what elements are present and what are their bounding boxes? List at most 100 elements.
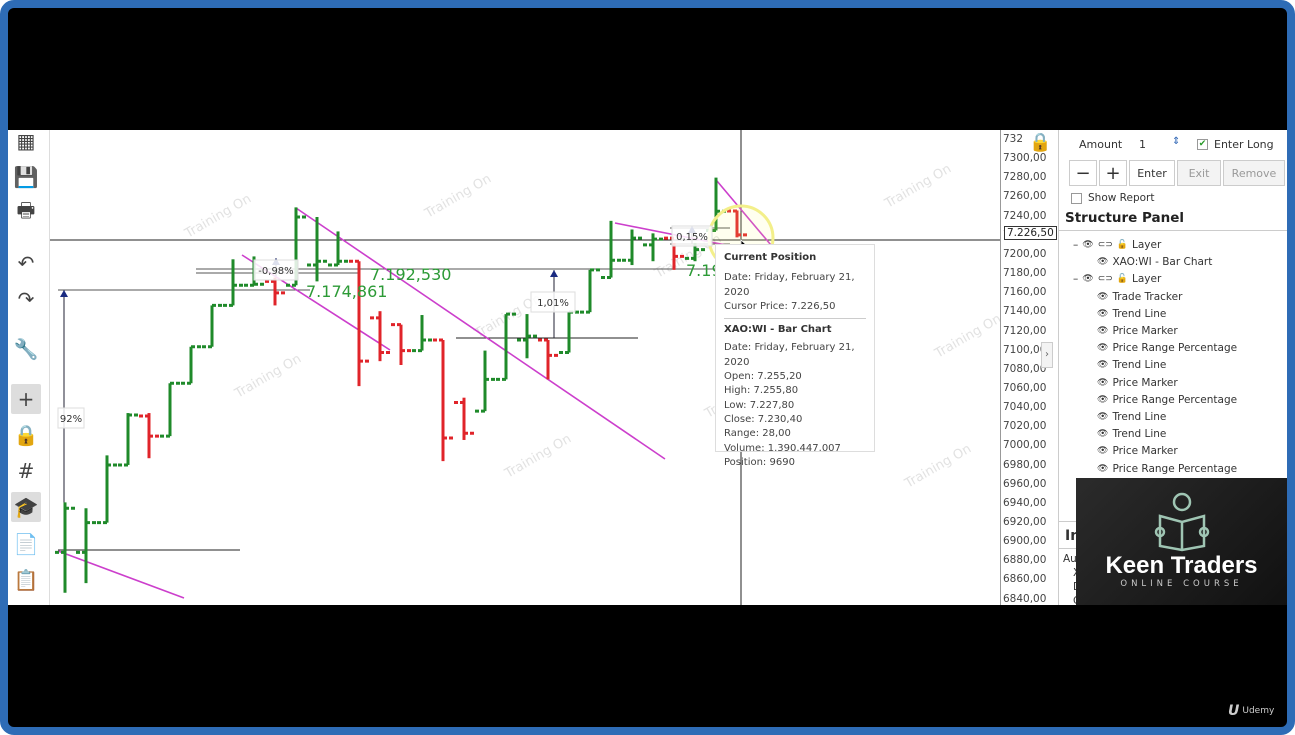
arrow-head-icon [550, 270, 558, 277]
exit-button[interactable]: Exit [1177, 160, 1221, 186]
tree-item[interactable]: 👁 Price Marker [1097, 325, 1178, 337]
tree-item[interactable]: 👁 XAO:WI - Bar Chart [1097, 256, 1212, 268]
trend-line[interactable] [57, 550, 185, 599]
watermark-text: Training On [502, 432, 574, 482]
tree-item-label: Price Marker [1112, 445, 1178, 458]
eye-icon[interactable]: 👁 [1097, 446, 1108, 456]
tree-item[interactable]: 👁 Trend Line [1097, 308, 1166, 320]
eye-icon[interactable]: 👁 [1097, 360, 1108, 370]
ohlc-bar[interactable] [118, 413, 138, 467]
enter-long-checkbox[interactable]: ✔ [1197, 139, 1208, 150]
ohlc-bar[interactable] [97, 455, 117, 525]
print-button[interactable]: 🖶 [11, 198, 41, 228]
ohlc-bar[interactable] [538, 338, 558, 380]
save-button[interactable]: 💾 [11, 162, 41, 192]
tree-item[interactable]: – 👁 ⊂⊃ 🔓 Layer [1073, 239, 1161, 251]
document-button[interactable]: 📄 [11, 529, 41, 559]
ohlc-bar[interactable] [160, 381, 180, 438]
tree-item-label: Price Range Percentage [1112, 393, 1238, 406]
ohlc-bar[interactable] [559, 310, 579, 355]
eye-icon[interactable]: 👁 [1097, 309, 1108, 319]
ohlc-bar[interactable] [412, 315, 432, 353]
unlock-icon[interactable]: 🔓 [1117, 240, 1128, 250]
tree-item[interactable]: – 👁 ⊂⊃ 🔓 Layer [1073, 273, 1161, 285]
percent-label: 1,01% [537, 298, 569, 309]
eye-icon[interactable]: 👁 [1097, 257, 1108, 267]
increase-button[interactable]: + [1099, 160, 1127, 186]
tree-item[interactable]: 👁 Price Range Percentage [1097, 342, 1237, 354]
wrench-button[interactable]: 🔧 [11, 334, 41, 364]
tooltip-high: High: 7.255,80 [724, 385, 799, 397]
eye-icon[interactable]: 👁 [1097, 395, 1108, 405]
ohlc-bar[interactable] [181, 345, 201, 385]
checklist-button[interactable]: 📋 [11, 565, 41, 595]
ohlc-bar[interactable] [580, 268, 600, 314]
lock-button[interactable]: 🔒 [11, 420, 41, 450]
tree-item[interactable]: 👁 Trend Line [1097, 411, 1166, 423]
link-icon[interactable]: ⊂⊃ [1098, 240, 1113, 250]
eye-icon[interactable]: 👁 [1097, 412, 1108, 422]
left-toolbar: ▦ 💾 🖶 ↶ ↷ 🔧 + 🔒 # 🎓 📄 📋 [8, 130, 50, 605]
lock-axis-icon[interactable]: 🔒 [1029, 132, 1053, 156]
collapse-panel-handle[interactable]: › [1041, 342, 1053, 368]
ohlc-bar[interactable] [643, 233, 663, 262]
eye-icon[interactable]: 👁 [1097, 326, 1108, 336]
tree-item[interactable]: 👁 Price Marker [1097, 445, 1178, 457]
ohlc-bar[interactable] [517, 314, 537, 359]
show-report-checkbox[interactable] [1071, 192, 1082, 204]
ohlc-bar[interactable] [454, 397, 474, 440]
axis-tick: 7180,00 [1003, 267, 1047, 280]
amount-spinner[interactable]: ⇕ [1172, 136, 1180, 147]
ohlc-bar[interactable] [265, 277, 285, 306]
ohlc-bar[interactable] [433, 338, 453, 462]
tree-item[interactable]: 👁 Price Range Percentage [1097, 394, 1237, 406]
price-marker-label[interactable]: 7.174,861 [306, 282, 387, 301]
ohlc-bar[interactable] [622, 229, 642, 266]
lock-icon: 🔒 [13, 423, 39, 447]
remove-button[interactable]: Remove [1223, 160, 1285, 186]
ohlc-bar[interactable] [370, 311, 390, 362]
ohlc-bar[interactable] [76, 508, 96, 584]
graduate-button[interactable]: 🎓 [11, 492, 41, 522]
eye-icon[interactable]: 👁 [1082, 240, 1093, 250]
amount-input[interactable]: 1 [1139, 138, 1146, 151]
tree-item[interactable]: 👁 Trend Line [1097, 359, 1166, 371]
tree-item-label: Layer [1132, 239, 1162, 251]
ohlc-bar[interactable] [55, 502, 75, 593]
ohlc-bar[interactable] [328, 231, 348, 267]
eye-icon[interactable]: 👁 [1097, 343, 1108, 353]
eye-icon[interactable]: 👁 [1097, 292, 1108, 302]
eye-icon[interactable]: 👁 [1082, 274, 1093, 284]
redo-button[interactable]: ↷ [11, 284, 41, 314]
tooltip-date: Date: Friday, February 21, 2020 [724, 342, 855, 368]
eye-icon[interactable]: 👁 [1097, 378, 1108, 388]
ohlc-bar[interactable] [391, 323, 411, 366]
chart-type-button[interactable]: ▦ [11, 130, 41, 156]
tree-item[interactable]: 👁 Trade Tracker [1097, 291, 1182, 303]
tree-item[interactable]: 👁 Price Range Percentage [1097, 463, 1237, 475]
collapse-icon[interactable]: – [1073, 273, 1078, 285]
eye-icon[interactable]: 👁 [1097, 464, 1108, 474]
tooltip-open: Open: 7.255,20 [724, 371, 802, 383]
checklist-icon: 📋 [13, 568, 39, 592]
grid-button[interactable]: # [11, 456, 41, 486]
watermark-text: Training On [182, 192, 254, 242]
axis-tick: 6940,00 [1003, 496, 1047, 509]
ohlc-bar[interactable] [349, 259, 369, 387]
tree-item[interactable]: 👁 Price Marker [1097, 377, 1178, 389]
link-icon[interactable]: ⊂⊃ [1098, 274, 1113, 284]
ohlc-bar[interactable] [475, 350, 495, 413]
tree-item[interactable]: 👁 Trend Line [1097, 428, 1166, 440]
undo-button[interactable]: ↶ [11, 248, 41, 278]
ohlc-bar[interactable] [139, 413, 159, 459]
crosshair-button[interactable]: + [11, 384, 41, 414]
collapse-icon[interactable]: – [1073, 239, 1078, 251]
crosshair-icon: + [17, 387, 35, 411]
ohlc-bar[interactable] [223, 259, 243, 307]
axis-tick: 7020,00 [1003, 420, 1047, 433]
enter-button[interactable]: Enter [1129, 160, 1175, 186]
ohlc-bar[interactable] [202, 303, 222, 349]
unlock-icon[interactable]: 🔓 [1117, 274, 1128, 284]
eye-icon[interactable]: 👁 [1097, 429, 1108, 439]
decrease-button[interactable]: − [1069, 160, 1097, 186]
